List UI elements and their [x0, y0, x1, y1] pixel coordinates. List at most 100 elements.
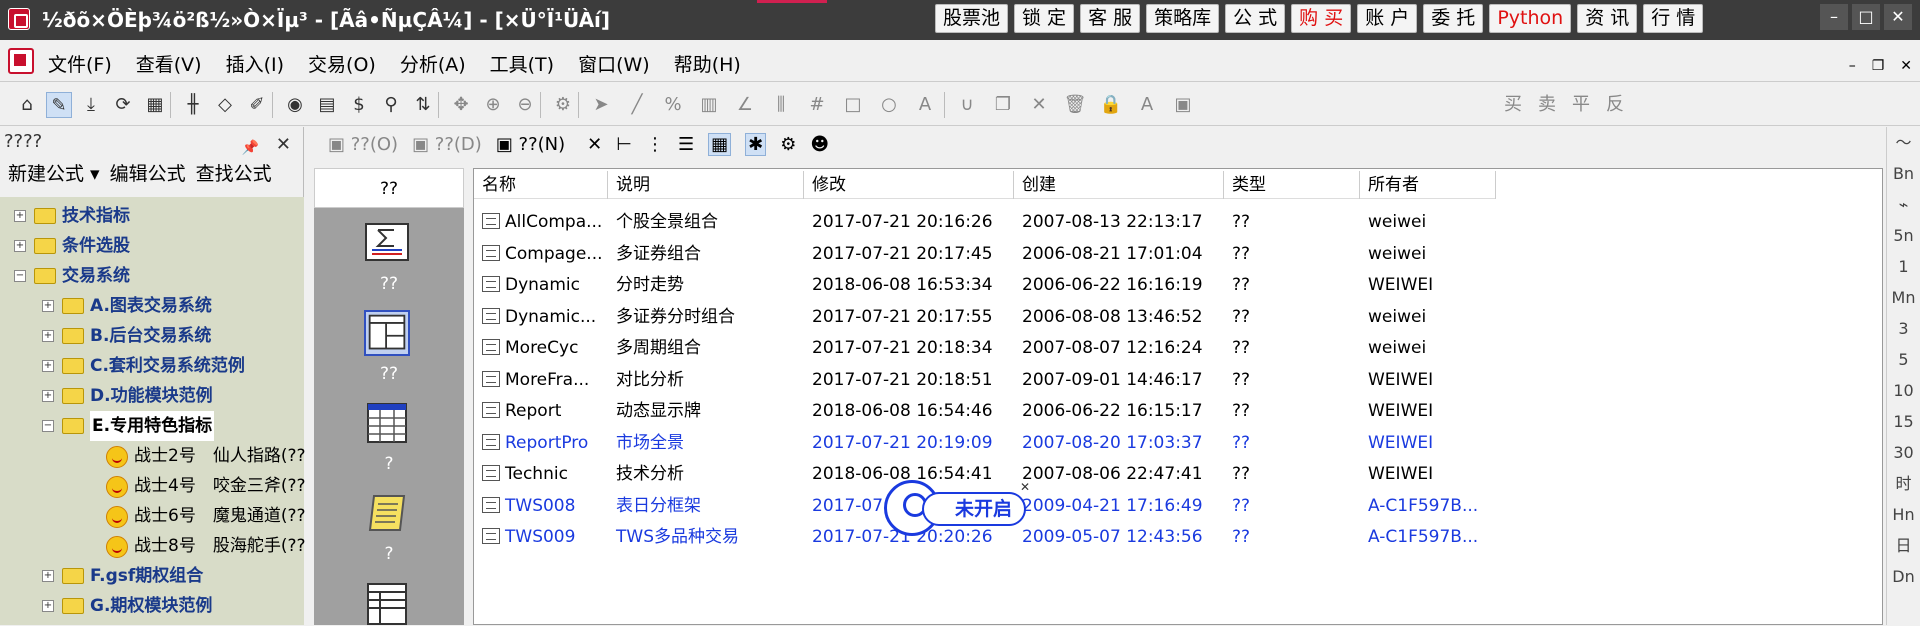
expand-icon[interactable]: + — [42, 300, 54, 312]
tree-folder[interactable]: + A.图表交易系统 — [0, 291, 304, 321]
tree-folder[interactable]: − E.专用特色指标 — [0, 411, 304, 441]
period-button-10[interactable]: 30 — [1887, 437, 1920, 468]
tree-leaf[interactable]: 战士8号 股海舵手(?? — [0, 531, 306, 561]
refresh-icon[interactable]: ⟳ — [110, 92, 136, 118]
play-icon[interactable]: ◉ — [282, 92, 308, 118]
new-icon[interactable]: ▣ ??(N) — [496, 134, 565, 155]
menu-item-7[interactable]: 帮助(H) — [674, 50, 741, 77]
expand-icon[interactable]: + — [42, 600, 54, 612]
period-button-8[interactable]: 10 — [1887, 375, 1920, 406]
delete-icon[interactable]: ✕ — [587, 134, 602, 155]
delete-icon[interactable]: ✕ — [1026, 92, 1052, 118]
formula-icon[interactable] — [364, 220, 410, 266]
period-button-12[interactable]: Hn — [1887, 499, 1920, 530]
settings-icon[interactable]: ⚙ — [550, 92, 576, 118]
tree-folder[interactable]: + D.功能模块范例 — [0, 381, 304, 411]
zoom-out-icon[interactable]: ⊖ — [512, 92, 538, 118]
column-header-0[interactable]: 名称 — [474, 171, 608, 199]
top-button-0[interactable]: 股票池 — [935, 4, 1009, 33]
table-view-icon[interactable]: ▦ — [708, 132, 732, 156]
period-button-13[interactable]: 日 — [1887, 530, 1920, 561]
table-row[interactable]: Report 动态显示牌 2018-06-08 16:54:46 2006-06-22… — [474, 396, 1496, 428]
expand-icon[interactable]: + — [42, 570, 54, 582]
diamond-icon[interactable]: ◇ — [212, 92, 238, 118]
angle-icon[interactable]: ∠ — [732, 92, 758, 118]
hierarchy-icon[interactable]: ⋮ — [646, 134, 664, 155]
period-button-5[interactable]: Mn — [1887, 282, 1920, 313]
top-button-3[interactable]: 策略库 — [1146, 4, 1220, 33]
open-icon[interactable]: ▣ ??(O) — [328, 134, 398, 155]
menu-item-4[interactable]: 分析(A) — [400, 50, 466, 77]
bars-icon[interactable]: ▥ — [696, 92, 722, 118]
tree-leaf[interactable]: 战士2号 仙人指路(?? — [0, 441, 306, 471]
document-icon[interactable]: ▤ — [314, 92, 340, 118]
candlestick-icon[interactable]: ╫ — [180, 92, 206, 118]
download-icon[interactable]: ⤓ — [78, 92, 104, 118]
move-icon[interactable]: ✥ — [448, 92, 474, 118]
tree-folder[interactable]: + C.套利交易系统范例 — [0, 351, 304, 381]
trade-button-3[interactable]: 反 — [1602, 92, 1628, 118]
panel-link-2[interactable]: 查找公式 — [196, 163, 272, 185]
status-badge[interactable]: 未开启 ✕ — [884, 480, 1030, 536]
menu-item-1[interactable]: 查看(V) — [136, 50, 202, 77]
tree-view-icon[interactable]: ⊢ — [616, 134, 632, 155]
menu-item-5[interactable]: 工具(T) — [490, 50, 554, 77]
zoom-in-icon[interactable]: ⊕ — [480, 92, 506, 118]
top-button-5[interactable]: 购 买 — [1291, 4, 1352, 33]
period-button-7[interactable]: 5 — [1887, 344, 1920, 375]
mdi-close-button[interactable]: ✕ — [1900, 58, 1912, 74]
tree-folder[interactable]: + 条件选股 — [0, 231, 304, 261]
text-icon[interactable]: A — [912, 92, 938, 118]
expand-icon[interactable]: + — [14, 210, 26, 222]
tree-folder[interactable]: + F.gsf期权组合 — [0, 561, 304, 591]
trade-button-0[interactable]: 买 — [1500, 92, 1526, 118]
table-row[interactable]: ReportPro 市场全景 2017-07-21 20:19:09 2007-08-… — [474, 428, 1496, 460]
tree-leaf[interactable]: 战士6号 魔鬼通道(?? — [0, 501, 306, 531]
line-icon[interactable]: ╱ — [624, 92, 650, 118]
dollar-icon[interactable]: $ — [346, 92, 372, 118]
top-button-1[interactable]: 锁 定 — [1014, 4, 1075, 33]
edit-icon[interactable]: ✐ — [244, 92, 270, 118]
list-view-icon[interactable]: ☰ — [678, 134, 694, 155]
collapse-icon[interactable]: − — [14, 270, 26, 282]
sort-icon[interactable]: ⇅ — [410, 92, 436, 118]
cursor-icon[interactable]: ➤ — [588, 92, 614, 118]
copy-icon[interactable]: ❐ — [990, 92, 1016, 118]
hash-icon[interactable]: # — [804, 92, 830, 118]
table-row[interactable]: MoreCyc 多周期组合 2017-07-21 20:18:34 2007-08-0… — [474, 333, 1496, 365]
period-button-0[interactable]: 〜 — [1887, 127, 1920, 158]
expand-icon[interactable]: + — [42, 390, 54, 402]
tree-folder[interactable]: − 交易系统 — [0, 261, 304, 291]
column-header-3[interactable]: 创建 — [1014, 171, 1224, 199]
scroll-icon[interactable] — [364, 490, 410, 536]
panel-close-icon[interactable]: ✕ — [276, 130, 291, 160]
menu-item-2[interactable]: 插入(I) — [226, 50, 284, 77]
minimize-button[interactable]: – — [1820, 4, 1848, 30]
period-button-4[interactable]: 1 — [1887, 251, 1920, 282]
grid-icon[interactable]: ▦ — [142, 92, 168, 118]
expand-icon[interactable]: + — [42, 330, 54, 342]
collapse-icon[interactable]: − — [42, 420, 54, 432]
lock-icon[interactable]: 🔒 — [1098, 92, 1124, 118]
period-button-11[interactable]: 时 — [1887, 468, 1920, 499]
tree-folder[interactable]: + G.期权模块范例 — [0, 591, 304, 621]
period-button-2[interactable]: ⌁ — [1887, 189, 1920, 220]
pin-icon[interactable]: 📌 — [242, 133, 259, 163]
percent-icon[interactable]: % — [660, 92, 686, 118]
menu-item-0[interactable]: 文件(F) — [48, 50, 112, 77]
list-layout-icon[interactable] — [364, 580, 410, 626]
top-button-7[interactable]: 委 托 — [1423, 4, 1484, 33]
trash-icon[interactable]: 🗑 — [1062, 92, 1088, 118]
gear-icon[interactable]: ⚙ — [780, 134, 796, 155]
top-button-4[interactable]: 公 式 — [1225, 4, 1286, 33]
top-button-6[interactable]: 账 户 — [1357, 4, 1418, 33]
panel-link-0[interactable]: 新建公式 ▾ — [8, 163, 100, 185]
period-button-1[interactable]: Bn — [1887, 158, 1920, 189]
table-row[interactable]: Compage... 多证券组合 2017-07-21 20:17:45 2006-0… — [474, 239, 1496, 271]
table-row[interactable]: MoreFra... 对比分析 2017-07-21 20:18:51 2007-09… — [474, 365, 1496, 397]
table-row[interactable]: Dynamic... 多证券分时组合 2017-07-21 20:17:55 2006… — [474, 302, 1496, 334]
table-icon[interactable] — [364, 400, 410, 446]
tree-folder[interactable]: + B.后台交易系统 — [0, 321, 304, 351]
mdi-minimize-button[interactable]: – — [1849, 58, 1856, 74]
home-icon[interactable]: ⌂ — [14, 92, 40, 118]
